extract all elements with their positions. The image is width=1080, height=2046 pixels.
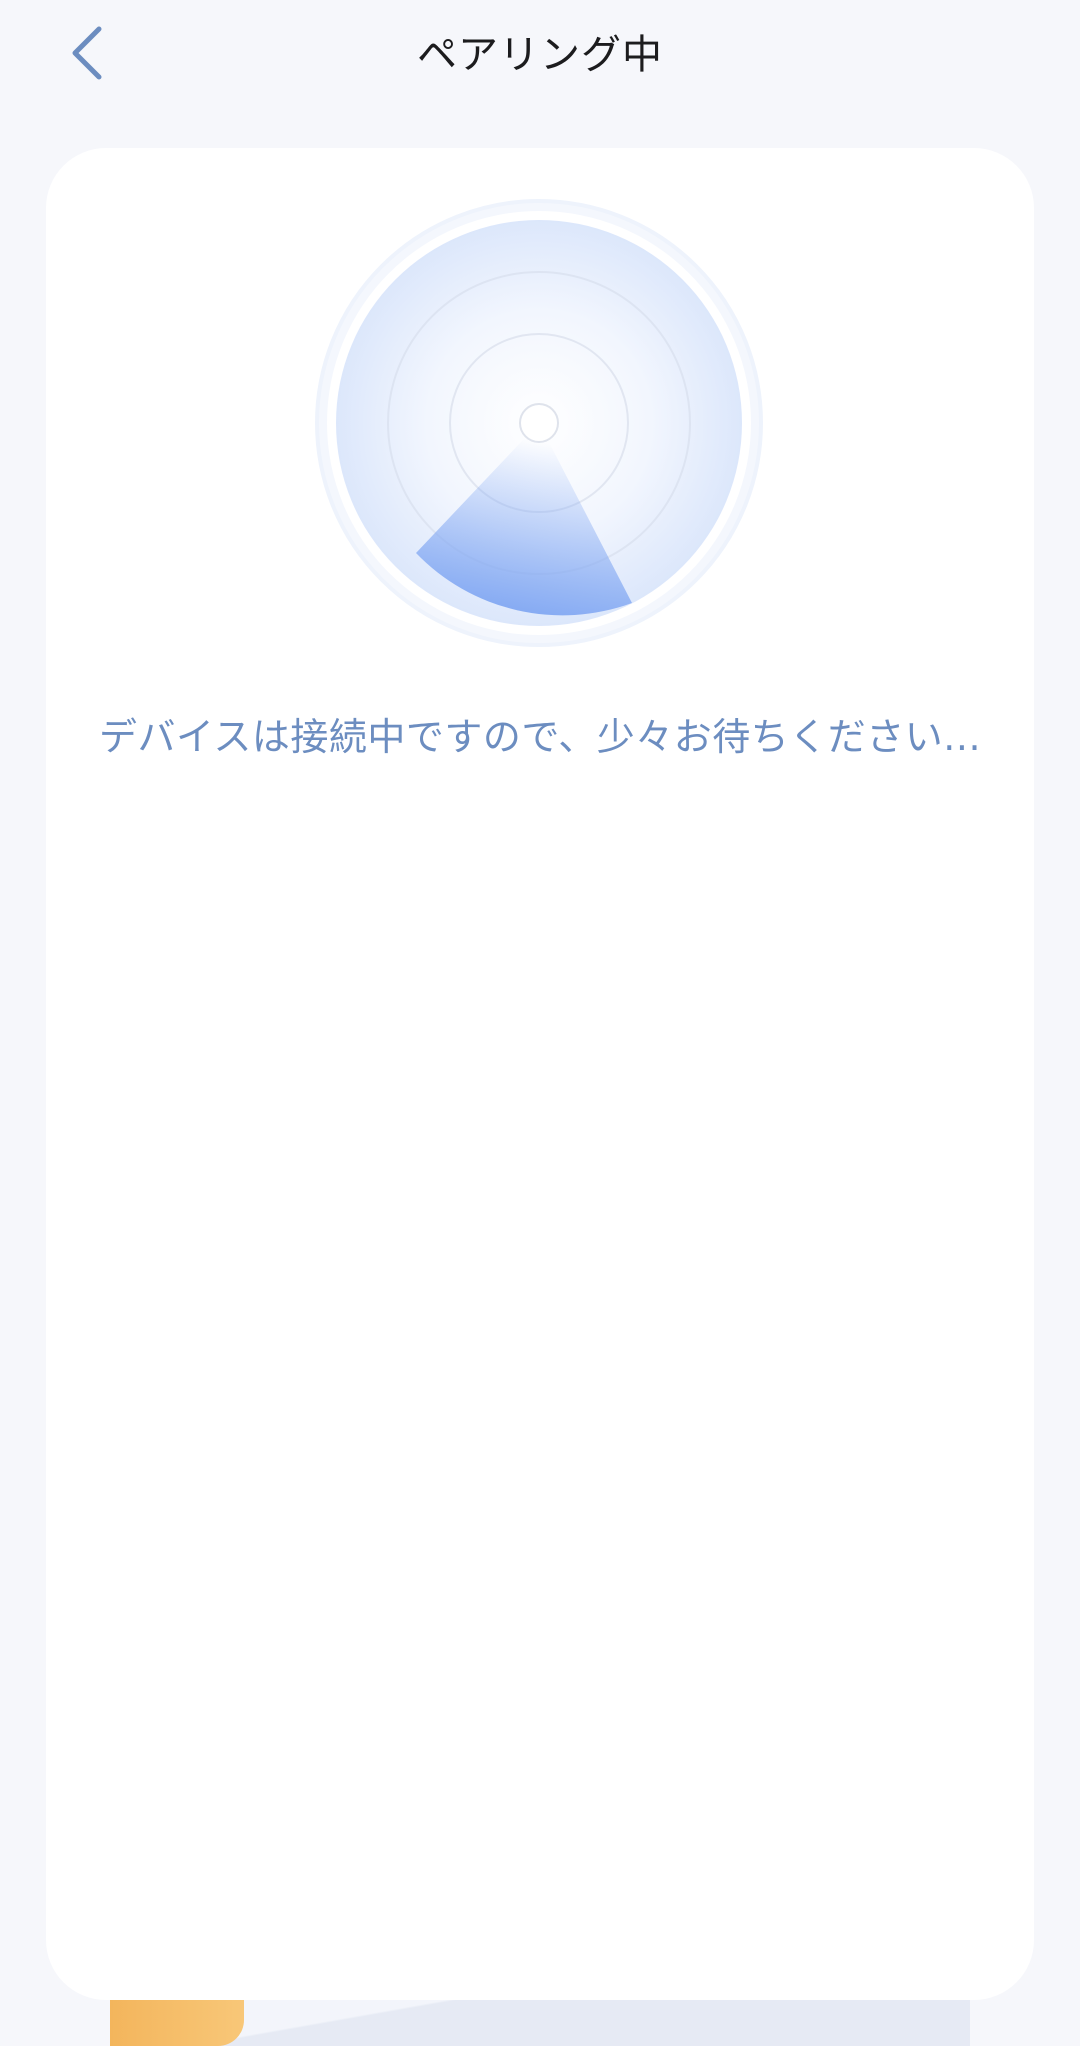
- banner-accent: [110, 2000, 244, 2046]
- header-bar: ペアリング中: [0, 0, 1080, 110]
- bottom-banner-peek: [110, 2000, 970, 2046]
- page-title: ペアリング中: [417, 32, 663, 78]
- status-message: デバイスは接続中ですので、少々お待ちください...: [98, 715, 982, 759]
- radar-scan-icon: [315, 199, 763, 647]
- pairing-card: デバイスは接続中ですので、少々お待ちください...: [46, 148, 1034, 2000]
